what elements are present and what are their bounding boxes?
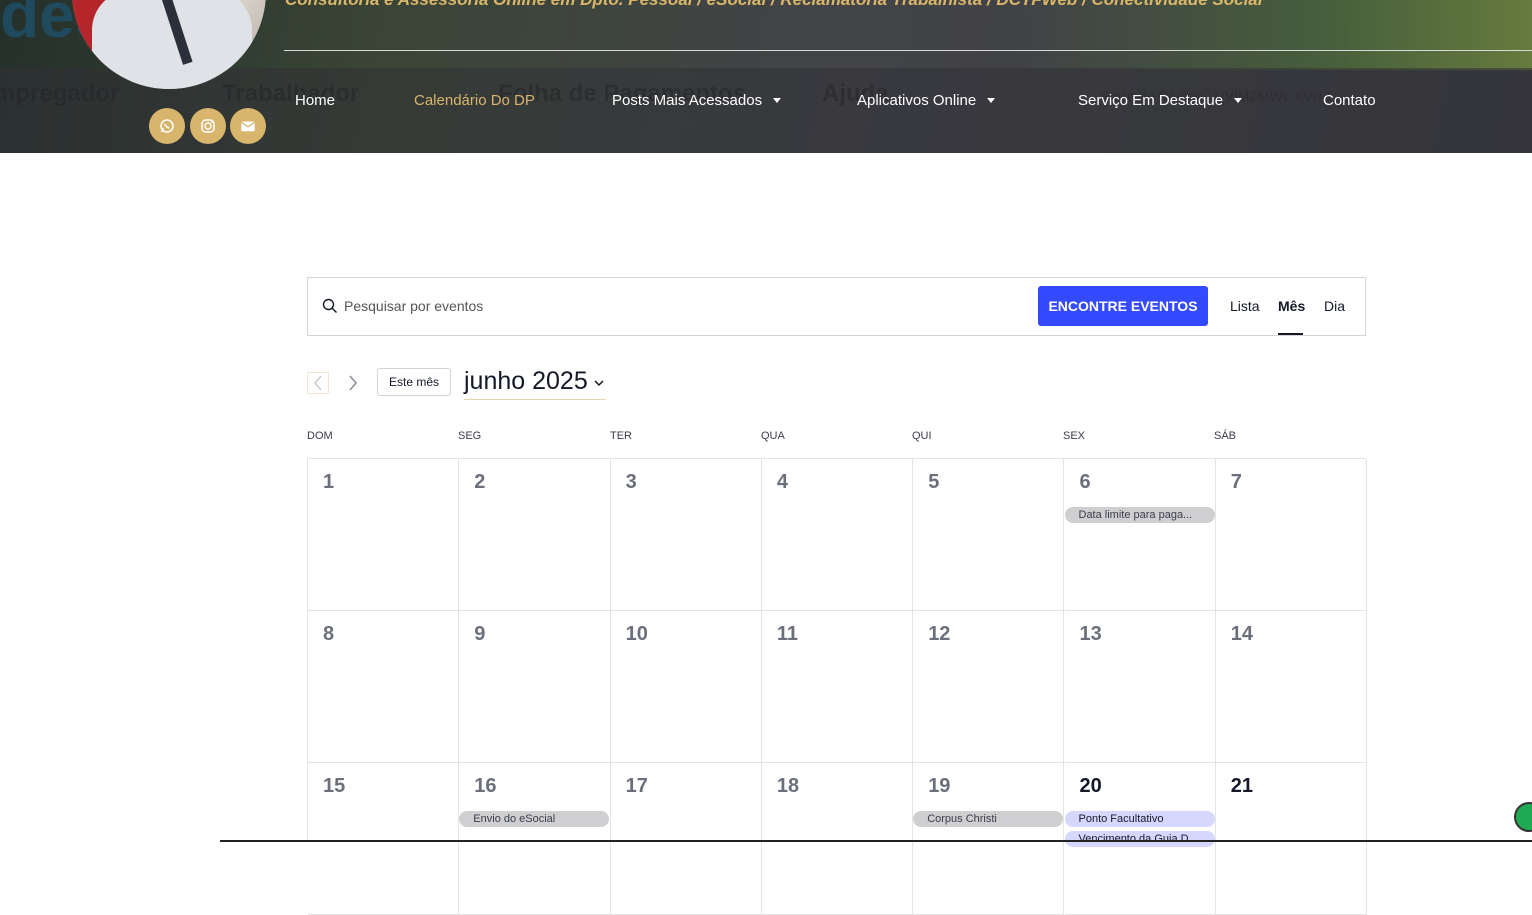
active-view-indicator [1278,333,1303,335]
calendar-event[interactable]: Ponto Facultativo [1064,811,1215,827]
day-number[interactable]: 2 [474,471,485,494]
calendar-event[interactable]: Envio do eSocial [459,811,610,827]
nav-posts-mais-acessados[interactable]: Posts Mais Acessados [612,92,782,109]
view-month-tab[interactable]: Mês [1278,298,1305,314]
calendar-day-cell[interactable]: 21 [1215,763,1368,915]
day-number[interactable]: 14 [1231,623,1253,646]
month-label: junho 2025 [464,367,588,395]
header-background-strip [1012,0,1532,70]
calendar-day-cell[interactable]: 17 [610,763,762,915]
calendar-day-cell[interactable]: 20 Ponto Facultativo Vencimento da Guia D.… [1064,763,1216,915]
day-number[interactable]: 13 [1080,623,1102,646]
day-number[interactable]: 6 [1080,471,1091,494]
day-number[interactable]: 16 [474,775,496,798]
nav-contato[interactable]: Contato [1323,92,1376,109]
day-number[interactable]: 10 [626,623,648,646]
day-number[interactable]: 4 [777,471,788,494]
calendar-day-cell[interactable]: 11 [761,611,914,763]
whatsapp-icon [160,119,174,133]
search-icon [322,298,337,313]
events-search-bar: ENCONTRE EVENTOS Lista Mês Dia [307,277,1366,336]
whatsapp-link[interactable] [149,108,185,144]
weekday-header: DOM [307,430,333,442]
nav-aplicativos-online[interactable]: Aplicativos Online [857,92,996,109]
nav-label: Contato [1323,92,1376,109]
chevron-right-icon [349,375,357,391]
header-divider [284,50,1532,51]
previous-month-button[interactable] [307,372,329,394]
month-picker[interactable]: junho 2025 [464,364,606,400]
day-number[interactable]: 5 [928,471,939,494]
nav-label: Aplicativos Online [857,92,977,109]
chevron-down-icon [594,380,604,387]
calendar-day-cell[interactable]: 9 [459,611,611,763]
calendar-day-cell[interactable]: 2 [459,459,611,611]
nav-label: Serviço Em Destaque [1078,92,1224,109]
nav-servico-em-destaque[interactable]: Serviço Em Destaque [1078,92,1243,109]
instagram-icon [201,119,215,133]
this-month-button[interactable]: Este mês [377,368,451,396]
email-link[interactable] [230,108,266,144]
day-number[interactable]: 15 [323,775,345,798]
view-list-tab[interactable]: Lista [1230,298,1260,314]
calendar-day-cell[interactable]: 15 [308,763,460,915]
calendar-day-cell[interactable]: 14 [1215,611,1368,763]
calendar-day-cell[interactable]: 7 [1215,459,1368,611]
view-day-tab[interactable]: Dia [1324,298,1345,314]
weekday-header: QUA [761,430,785,442]
nav-label: Calendário Do DP [414,92,535,109]
day-number[interactable]: 21 [1231,775,1253,798]
weekday-header: TER [610,430,632,442]
events-search-input[interactable] [344,293,1024,319]
weekday-header: QUI [912,430,932,442]
weekday-header: SÁB [1214,430,1237,442]
find-events-button[interactable]: ENCONTRE EVENTOS [1038,286,1208,326]
day-number[interactable]: 3 [626,471,637,494]
calendar-day-cell[interactable]: 4 [761,459,914,611]
next-month-button[interactable] [342,372,364,394]
day-number[interactable]: 18 [777,775,799,798]
day-number[interactable]: 9 [474,623,485,646]
weekday-header: SEG [458,430,482,442]
day-number[interactable]: 1 [323,471,334,494]
day-number[interactable]: 7 [1231,471,1242,494]
caret-down-icon [1234,98,1243,103]
chevron-left-icon [314,375,322,391]
day-number[interactable]: 11 [777,623,798,646]
envelope-icon [240,121,256,132]
calendar-day-cell[interactable]: 12 [913,611,1065,763]
profile-photo [72,0,266,89]
caret-down-icon [987,98,996,103]
calendar-day-cell[interactable]: 1 [308,459,460,611]
day-number[interactable]: 12 [928,623,950,646]
calendar-day-cell[interactable]: 16 Envio do eSocial [459,763,611,915]
day-number[interactable]: 8 [323,623,334,646]
calendar-day-cell[interactable]: 8 [308,611,460,763]
calendar-event[interactable]: Data limite para paga... [1064,507,1215,523]
nav-home[interactable]: Home [295,92,335,109]
header-tagline: Consultoria e Assessoria Online em Dpto.… [285,0,1262,10]
day-number[interactable]: 19 [928,775,950,798]
caret-down-icon [773,98,782,103]
calendar-day-cell[interactable]: 18 [761,763,914,915]
nav-calendario-do-dp[interactable]: Calendário Do DP [414,92,535,109]
day-number[interactable]: 17 [626,775,648,798]
calendar-day-cell[interactable]: 3 [610,459,762,611]
calendar-event[interactable]: Vencimento da Guia D... [1064,831,1215,847]
weekday-header: SEX [1063,430,1086,442]
day-number[interactable]: 20 [1080,775,1102,798]
nav-label: Posts Mais Acessados [612,92,763,109]
calendar-day-cell[interactable]: 6 Data limite para paga... [1064,459,1216,611]
month-grid: 1 2 3 4 5 6 Data limite para paga... 7 8 9 10 11 12 1… [307,458,1368,915]
nav-label: Home [295,92,336,109]
instagram-link[interactable] [190,108,226,144]
calendar-day-cell[interactable]: 19 Corpus Christi [913,763,1065,915]
calendar-day-cell[interactable]: 5 [913,459,1065,611]
calendar-day-cell[interactable]: 10 [610,611,762,763]
calendar-day-cell[interactable]: 13 [1064,611,1216,763]
site-header: des mpregador Trabalhador Folha de Pagam… [0,0,1532,153]
calendar-event[interactable]: Corpus Christi [913,811,1064,827]
whatsapp-float-button[interactable] [1514,802,1532,832]
